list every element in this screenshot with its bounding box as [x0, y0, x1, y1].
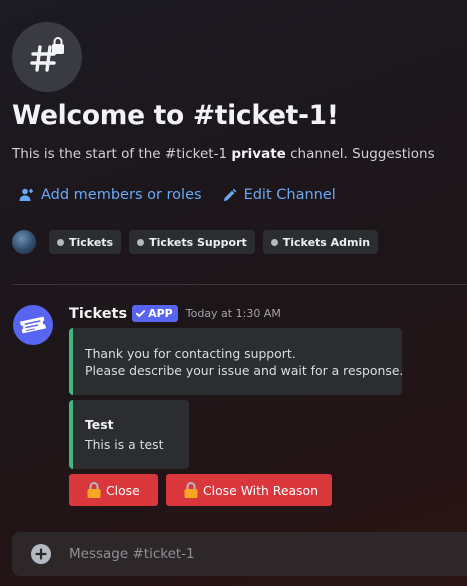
lock-icon: [184, 482, 198, 498]
role-pill-tickets-admin[interactable]: Tickets Admin: [262, 230, 379, 254]
role-label: Tickets: [69, 235, 114, 249]
embed-description: This is a test: [85, 437, 164, 452]
embed-support-message: Thank you for contacting support. Please…: [69, 328, 404, 395]
message-header: Tickets APP Today at 1:30 AM: [69, 305, 281, 322]
close-button[interactable]: Close: [69, 474, 158, 506]
app-badge-label: APP: [148, 307, 173, 320]
description-suffix: channel. Suggestions: [285, 146, 435, 162]
plus-icon: [35, 548, 47, 560]
embed-line: Please describe your issue and wait for …: [85, 363, 404, 378]
timestamp: Today at 1:30 AM: [185, 307, 281, 320]
description-prefix: This is the start of the #ticket-1: [12, 146, 232, 162]
add-members-label: Add members or roles: [41, 187, 202, 203]
close-with-reason-button[interactable]: Close With Reason: [166, 474, 332, 506]
role-dot-icon: [57, 238, 64, 246]
role-label: Tickets Admin: [282, 235, 371, 249]
pencil-icon: [223, 188, 236, 201]
edit-channel-button[interactable]: Edit Channel: [222, 187, 336, 203]
role-label: Tickets Support: [149, 235, 247, 249]
welcome-title: Welcome to #ticket-1!: [12, 100, 339, 131]
hashtag-lock-icon: [30, 37, 64, 72]
bot-avatar[interactable]: [13, 305, 53, 345]
message-input[interactable]: [69, 546, 449, 562]
add-person-icon: [19, 188, 33, 201]
channel-icon: [12, 22, 82, 92]
divider: [12, 284, 467, 285]
role-pill-tickets[interactable]: Tickets: [49, 230, 122, 254]
attach-button[interactable]: [31, 544, 51, 564]
channel-description: This is the start of the #ticket-1 priva…: [12, 146, 435, 162]
close-with-reason-label: Close With Reason: [203, 482, 318, 498]
role-dot-icon: [270, 238, 278, 246]
description-bold: private: [231, 146, 286, 162]
member-avatar[interactable]: [12, 230, 36, 254]
ticket-logo-icon: [20, 316, 46, 334]
app-badge: APP: [132, 305, 178, 322]
add-members-button[interactable]: Add members or roles: [18, 187, 202, 203]
embed-line: Thank you for contacting support.: [85, 346, 296, 361]
message-composer: [12, 532, 467, 576]
close-button-label: Close: [106, 482, 140, 498]
edit-channel-label: Edit Channel: [243, 187, 336, 203]
embed-ticket-details: Test This is a test: [69, 400, 189, 469]
role-dot-icon: [137, 238, 145, 246]
embed-title: Test: [85, 417, 114, 432]
lock-icon: [87, 482, 101, 498]
username[interactable]: Tickets: [69, 306, 127, 322]
role-list: Tickets Tickets Support Tickets Admin: [12, 230, 386, 254]
channel-actions: Add members or roles Edit Channel: [18, 187, 336, 203]
role-pill-tickets-support[interactable]: Tickets Support: [129, 230, 255, 254]
checkmark-icon: [136, 310, 146, 317]
